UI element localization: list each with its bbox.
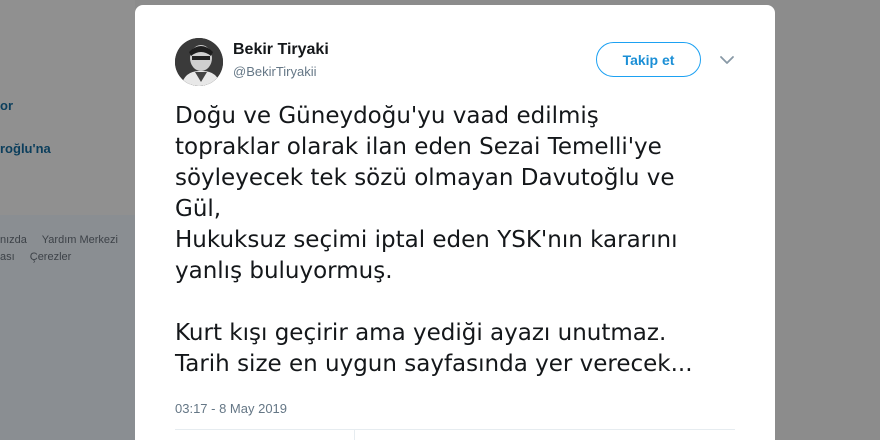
background-link-2: roğlu'na (0, 141, 51, 156)
background-timeline: or roğlu'na nızda Yardım Merkezi ası Çer… (0, 0, 135, 440)
footer-link-help-center: Yardım Merkezi (41, 234, 118, 246)
background-link-1: or (0, 98, 13, 113)
footer-link: ası (0, 251, 15, 263)
tweet-modal: Bekir Tiryaki @BekirTiryakii Takip et Do… (135, 5, 775, 440)
background-footer-row-1: nızda Yardım Merkezi (0, 234, 130, 246)
tweet-timestamp[interactable]: 03:17 - 8 May 2019 (175, 401, 287, 416)
footer-link: nızda (0, 234, 27, 246)
chevron-down-icon[interactable] (719, 52, 735, 68)
tweet-text: Doğu ve Güneydoğu'yu vaad edilmiş toprak… (175, 103, 693, 377)
background-footer-row-2: ası Çerezler (0, 251, 83, 263)
profile-photo-icon (175, 38, 223, 86)
background-right (775, 0, 880, 440)
follow-button[interactable]: Takip et (596, 42, 701, 77)
avatar[interactable] (175, 38, 223, 86)
divider (175, 429, 735, 430)
display-name[interactable]: Bekir Tiryaki (233, 41, 329, 59)
divider (354, 430, 355, 440)
background-card (0, 0, 135, 215)
username[interactable]: @BekirTiryakii (233, 64, 317, 79)
footer-link-cookies: Çerezler (29, 251, 72, 263)
